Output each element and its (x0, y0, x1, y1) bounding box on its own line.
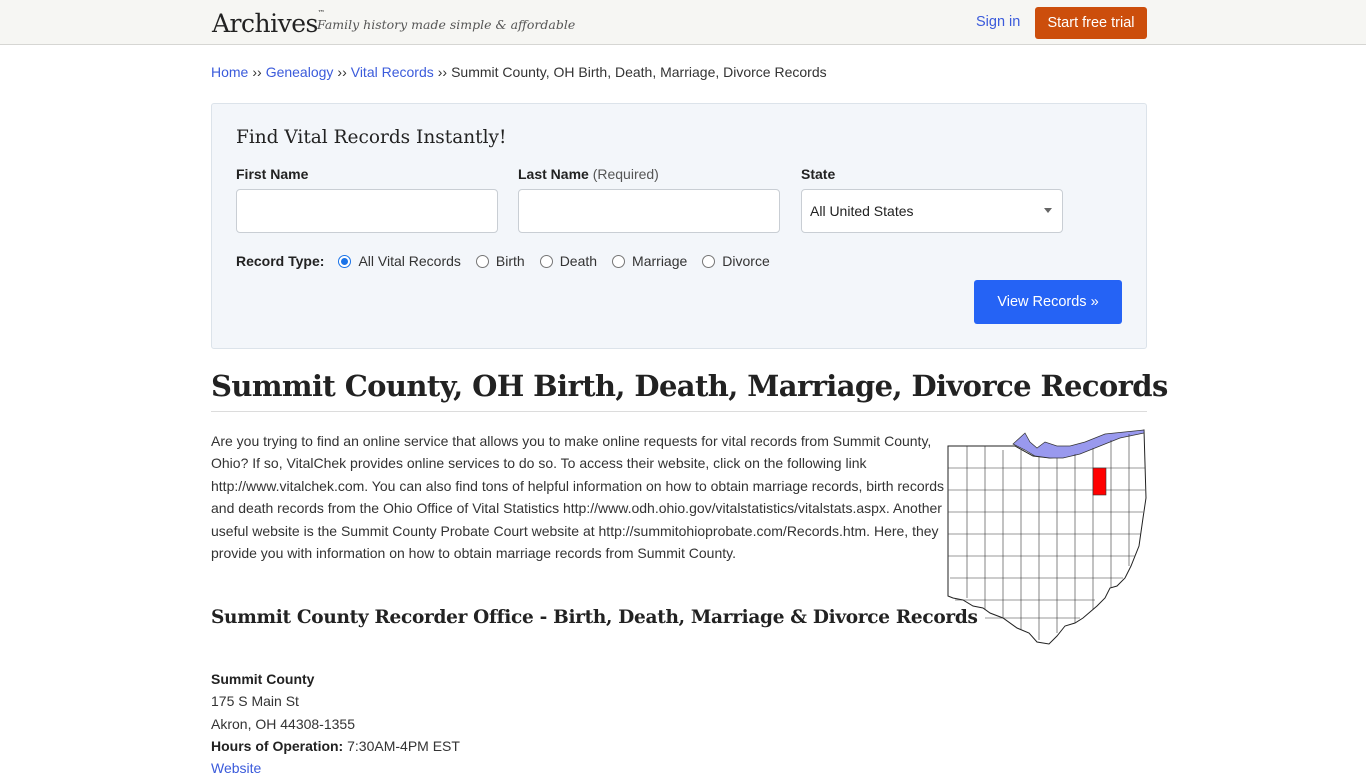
radio-divorce[interactable]: Divorce (702, 253, 770, 269)
radio-unchecked-icon[interactable] (539, 254, 553, 268)
logo-text: Archives (212, 9, 318, 38)
office-details: Summit County 175 S Main St Akron, OH 44… (211, 668, 460, 779)
search-form-title: Find Vital Records Instantly! (236, 127, 507, 148)
title-divider (211, 411, 1147, 412)
last-name-input[interactable] (518, 189, 780, 233)
vital-records-search-form: Find Vital Records Instantly! First Name… (211, 103, 1147, 349)
hours-value: 7:30AM-4PM EST (347, 737, 460, 754)
radio-marriage[interactable]: Marriage (612, 253, 687, 269)
radio-label: Divorce (722, 253, 770, 269)
start-free-trial-button[interactable]: Start free trial (1035, 7, 1147, 39)
radio-unchecked-icon[interactable] (475, 254, 489, 268)
last-name-label: Last Name (Required) (518, 166, 659, 182)
radio-birth[interactable]: Birth (475, 253, 525, 269)
radio-all-vital-records[interactable]: All Vital Records (338, 253, 461, 269)
office-name: Summit County (211, 671, 315, 687)
radio-unchecked-icon[interactable] (612, 254, 626, 268)
first-name-label-text: First Name (236, 166, 309, 182)
radio-label: Birth (495, 253, 525, 269)
required-hint: (Required) (592, 166, 659, 182)
view-records-button[interactable]: View Records » (974, 280, 1122, 324)
intro-paragraph: Are you trying to find an online service… (211, 433, 945, 562)
radio-death[interactable]: Death (539, 253, 598, 269)
state-select[interactable]: All United States (801, 189, 1063, 233)
office-hours: Hours of Operation: 7:30AM-4PM EST (211, 735, 460, 757)
radio-label: Death (559, 253, 598, 269)
first-name-input[interactable] (236, 189, 498, 233)
state-selected-value: All United States (810, 203, 914, 219)
last-name-label-text: Last Name (518, 166, 589, 182)
radio-label: All Vital Records (358, 253, 461, 269)
breadcrumb-separator: ›› (337, 64, 347, 80)
site-logo[interactable]: Archives™ (212, 8, 325, 38)
office-city: Akron, OH 44308-1355 (211, 715, 355, 732)
breadcrumb-genealogy[interactable]: Genealogy (266, 64, 334, 80)
page-title: Summit County, OH Birth, Death, Marriage… (211, 369, 1168, 403)
breadcrumb: Home ›› Genealogy ›› Vital Records ›› Summit C… (211, 64, 827, 80)
office-section-title: Summit County Recorder Office - Birth, D… (211, 607, 978, 628)
sign-in-link[interactable]: Sign in (976, 14, 1020, 30)
office-street: 175 S Main St (211, 693, 299, 710)
radio-unchecked-icon[interactable] (702, 254, 716, 268)
record-type-label: Record Type: (236, 253, 325, 269)
summit-county-highlight (1092, 467, 1107, 496)
radio-label: Marriage (632, 253, 688, 269)
site-tagline: Family history made simple & affordable (317, 17, 576, 32)
trademark-mark: ™ (317, 8, 325, 17)
breadcrumb-current: Summit County, OH Birth, Death, Marriage… (451, 64, 827, 80)
breadcrumb-separator: ›› (252, 64, 262, 80)
record-type-group: Record Type: All Vital Records Birth Dea… (236, 251, 785, 271)
breadcrumb-separator: ›› (437, 64, 448, 80)
site-header: Archives™ Family history made simple & a… (0, 0, 1366, 45)
office-website-link[interactable]: Website (211, 760, 261, 776)
state-label: State (801, 166, 835, 182)
hours-label: Hours of Operation: (211, 737, 344, 754)
state-label-text: State (801, 166, 836, 182)
ohio-outline (947, 429, 1147, 645)
breadcrumb-vital-records[interactable]: Vital Records (351, 64, 434, 80)
breadcrumb-home[interactable]: Home (211, 64, 248, 80)
radio-checked-icon[interactable] (338, 254, 352, 268)
first-name-label: First Name (236, 166, 308, 182)
chevron-down-icon (1044, 208, 1052, 213)
